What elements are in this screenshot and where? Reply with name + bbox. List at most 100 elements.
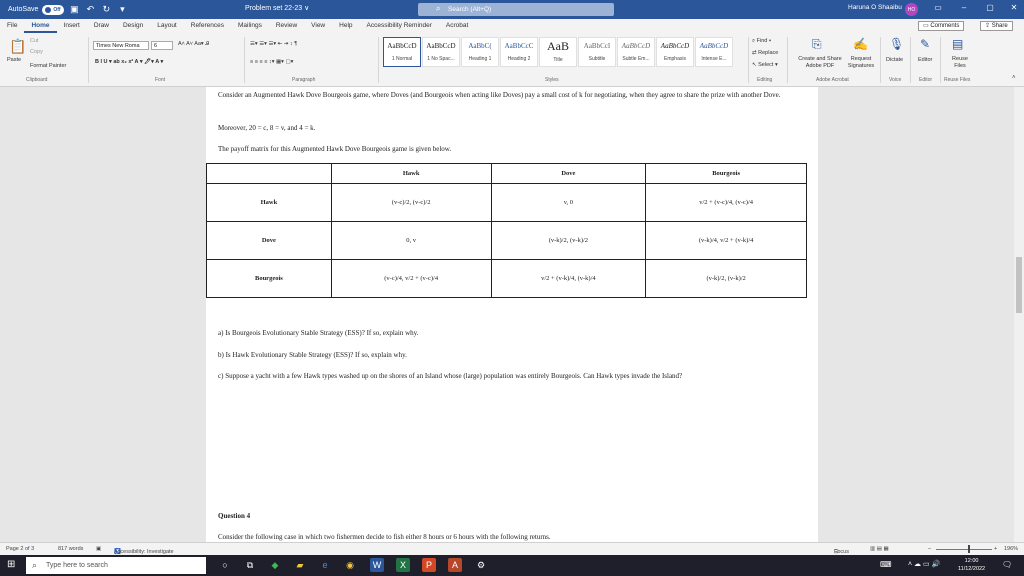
view-mode-icons[interactable]: ▥ ▤ ▦ [870, 546, 889, 552]
keyboard-icon[interactable]: ⌨ [880, 560, 892, 569]
edge-icon[interactable]: e [318, 558, 332, 572]
zoom-level[interactable]: 196% [1004, 546, 1018, 552]
request-signatures-icon[interactable]: ✍ [853, 37, 868, 51]
paste-label[interactable]: Paste [7, 57, 21, 63]
payoff-matrix-table: Hawk Dove Bourgeois Hawk (v-c)/2, (v-c)/… [206, 163, 807, 298]
font-name-box[interactable]: Times New Roma [93, 41, 149, 50]
microphone-icon[interactable]: 🎙 [889, 37, 904, 51]
request-signatures-button[interactable]: Request Signatures [846, 56, 876, 70]
acrobat-icon[interactable]: A [448, 558, 462, 572]
undo-icon[interactable]: ↶ [84, 4, 96, 15]
maximize-icon[interactable]: ▢ [982, 3, 998, 12]
comments-button[interactable]: ▭ Comments [918, 21, 965, 31]
customize-toolbar-icon[interactable]: ▾ [116, 4, 128, 15]
tab-accessibility-reminder[interactable]: Accessibility Reminder [360, 19, 439, 33]
find-button[interactable]: ⌕ Find ▾ [752, 38, 771, 45]
list-icons[interactable]: ☰▾ ☰▾ ☰▾ ⇤ ⇥ ↕ ¶ [250, 41, 297, 47]
select-button[interactable]: ↖ Select ▾ [752, 62, 778, 68]
notifications-icon[interactable]: 🗨 [1002, 560, 1012, 569]
autosave-toggle[interactable]: Off [42, 4, 65, 15]
zoom-slider-thumb[interactable] [968, 545, 970, 553]
cortana-icon[interactable]: ○ [218, 558, 232, 572]
style-heading-2[interactable]: AaBbCcC Heading 2 [500, 37, 538, 67]
create-pdf-icon[interactable]: ⎘ [812, 37, 822, 52]
tab-insert[interactable]: Insert [57, 19, 87, 33]
style-intense-emphasis[interactable]: AaBbCcD Intense E... [695, 37, 733, 67]
grow-font-icon[interactable]: A˄ A˅ Aa▾ Ꭿ [178, 41, 209, 48]
taskbar-search[interactable]: ⌕ Type here to search [26, 557, 206, 574]
redo-icon[interactable]: ↻ [100, 4, 112, 15]
zoom-in-icon[interactable]: + [994, 546, 997, 552]
share-button[interactable]: ⇪ Share [980, 21, 1013, 31]
replace-button[interactable]: ⇄ Replace [752, 50, 778, 56]
tab-help[interactable]: Help [332, 19, 359, 33]
avatar[interactable]: HO [905, 3, 918, 16]
zoom-slider[interactable] [936, 549, 992, 550]
style-name: Subtle Em... [622, 56, 650, 62]
tab-layout[interactable]: Layout [150, 19, 184, 33]
reuse-files-icon[interactable]: ▤ [952, 37, 963, 51]
font-size-box[interactable]: 6 [151, 41, 173, 50]
style-normal[interactable]: AaBbCcD 1 Normal [383, 37, 421, 67]
tab-mailings[interactable]: Mailings [231, 19, 269, 33]
style-name: Subtitle [588, 56, 606, 62]
font-format-icons[interactable]: B I U ▾ ab x₂ x² A ▾ 🖊▾ A ▾ [95, 59, 163, 65]
save-icon[interactable]: ▣ [68, 4, 80, 15]
file-explorer-icon[interactable]: ▰ [293, 558, 307, 572]
editor-button[interactable]: Editor [918, 57, 932, 63]
reuse-files-button[interactable]: Reuse Files [947, 56, 973, 70]
alignment-icons[interactable]: ≡ ≡ ≡ ≡ ↕▾ ▦▾ ▢▾ [250, 59, 293, 65]
minimize-icon[interactable]: – [956, 3, 972, 12]
style-subtitle[interactable]: AaBbCcI Subtitle [578, 37, 616, 67]
user-name[interactable]: Haruna O Shaaibu [848, 4, 902, 11]
taskbar-clock[interactable]: 12:00 11/12/2022 [958, 557, 985, 573]
zoom-out-icon[interactable]: – [928, 546, 931, 552]
proofing-icon[interactable]: ▣ [96, 546, 101, 552]
search-box[interactable]: ⌕ Search (Alt+Q) [418, 3, 614, 16]
cut-button[interactable]: Cut [30, 38, 39, 44]
chrome-icon[interactable]: ◉ [343, 558, 357, 572]
page-count[interactable]: Page 2 of 3 [6, 546, 34, 552]
vertical-scrollbar[interactable] [1014, 87, 1024, 542]
style-subtle-emphasis[interactable]: AaBbCcD Subtle Em... [617, 37, 655, 67]
settings-icon[interactable]: ⚙ [474, 558, 488, 572]
close-icon[interactable]: ✕ [1006, 3, 1022, 12]
tab-file[interactable]: File [0, 19, 24, 33]
store-icon[interactable]: ◆ [268, 558, 282, 572]
system-tray-icons[interactable]: ˄ ☁ ▭ 🔊 [908, 560, 940, 568]
task-view-icon[interactable]: ⧉ [243, 558, 257, 572]
tab-view[interactable]: View [304, 19, 332, 33]
style-emphasis[interactable]: AaBbCcD Emphasis [656, 37, 694, 67]
windows-start-icon[interactable]: ⊞ [7, 559, 15, 570]
excel-icon[interactable]: X [396, 558, 410, 572]
collapse-ribbon-icon[interactable]: ˄ [1012, 75, 1016, 81]
tab-acrobat[interactable]: Acrobat [439, 19, 475, 33]
document-page[interactable]: Consider an Augmented Hawk Dove Bourgeoi… [206, 87, 818, 542]
style-name: Heading 2 [507, 56, 531, 62]
editor-icon[interactable]: ✎ [920, 37, 930, 51]
tab-home[interactable]: Home [24, 19, 57, 33]
style-heading-1[interactable]: AaBbC(Heading 1 [461, 37, 499, 67]
document-title[interactable]: Problem set 22-23 ∨ [245, 4, 309, 12]
tab-references[interactable]: References [184, 19, 231, 33]
autosave-label: AutoSave [8, 6, 39, 13]
autosave-control[interactable]: AutoSave Off [8, 4, 65, 15]
style-title[interactable]: AaB Title [539, 37, 577, 67]
scrollbar-thumb[interactable] [1016, 257, 1022, 313]
ribbon-display-icon[interactable]: ▭ [930, 3, 946, 12]
word-count[interactable]: 817 words [58, 546, 83, 552]
format-painter-button[interactable]: Format Painter [30, 63, 66, 69]
create-share-pdf-button[interactable]: Create and Share Adobe PDF [794, 56, 846, 70]
style-name: Emphasis [664, 56, 686, 62]
style-name: Title [553, 57, 563, 63]
dictate-button[interactable]: Dictate [886, 57, 903, 63]
style-sample: AaBbCcD [660, 42, 690, 50]
copy-button[interactable]: Copy [30, 49, 43, 55]
tab-review[interactable]: Review [269, 19, 304, 33]
tab-draw[interactable]: Draw [87, 19, 116, 33]
tab-design[interactable]: Design [116, 19, 150, 33]
word-icon[interactable]: W [370, 558, 384, 572]
paste-icon[interactable]: 📋 [9, 38, 26, 55]
powerpoint-icon[interactable]: P [422, 558, 436, 572]
style-no-spacing[interactable]: AaBbCcD 1 No Spac... [422, 37, 460, 67]
